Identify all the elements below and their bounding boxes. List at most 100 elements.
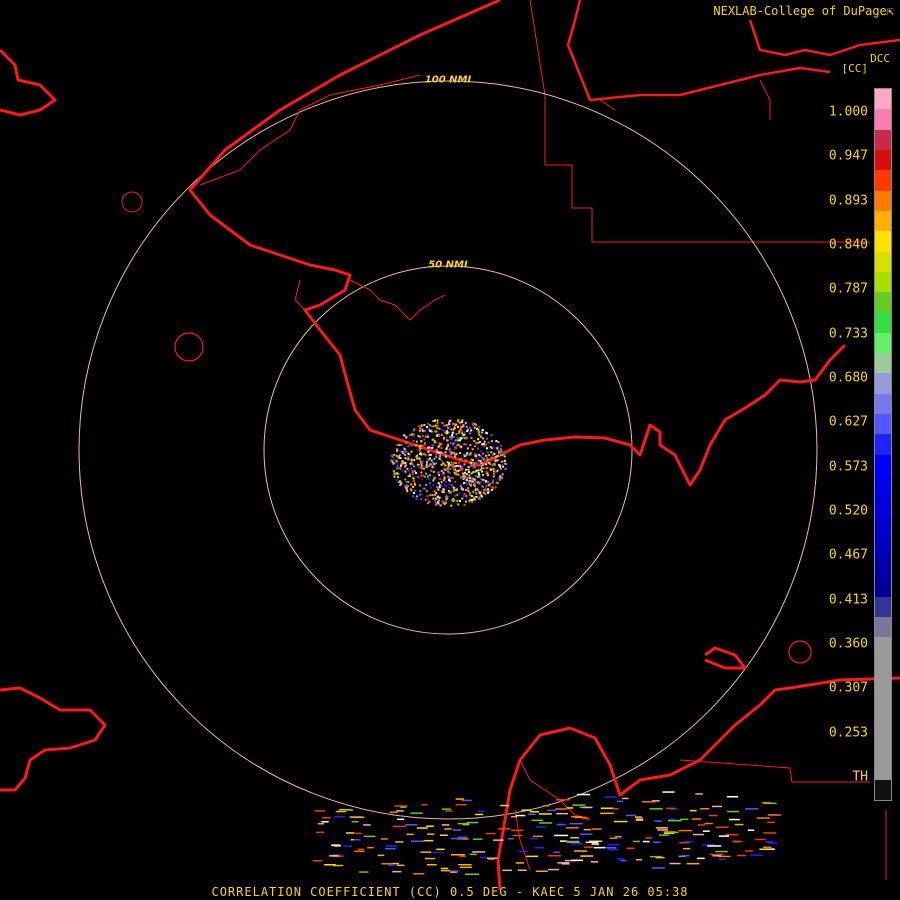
echo-pixel (453, 461, 456, 464)
echo-pixel (475, 442, 478, 445)
echo-pixel (478, 498, 481, 501)
colorbar-segment (875, 271, 891, 293)
echo-pixel (463, 436, 466, 439)
echo-pixel (445, 501, 447, 504)
echo-pixel (394, 472, 397, 475)
echo-pixel (442, 479, 445, 482)
echo-pixel (428, 453, 431, 456)
echo-streak (767, 842, 778, 844)
echo-pixel (419, 490, 422, 493)
echo-streak (387, 864, 396, 867)
county-line (529, 0, 870, 243)
echo-streak (526, 855, 539, 858)
echo-streak (424, 857, 435, 860)
echo-streak (461, 799, 472, 802)
echo-pixel (407, 452, 410, 455)
colorbar-segment (875, 576, 891, 597)
echo-pixel (493, 468, 496, 471)
corner-arrow-icon[interactable]: ⇱ (887, 4, 894, 18)
island-west (174, 332, 204, 362)
echo-pixel (450, 483, 453, 486)
echo-pixel (436, 434, 439, 437)
echo-streak (734, 823, 744, 826)
echo-pixel (451, 499, 454, 502)
echo-streak (426, 825, 434, 827)
echo-pixel (423, 475, 426, 478)
echo-streak (535, 870, 548, 872)
echo-pixel (409, 434, 412, 437)
echo-pixel (478, 475, 481, 478)
echo-streak (515, 814, 526, 817)
echo-streak (665, 831, 679, 834)
echo-streak (392, 870, 402, 873)
echo-streak (502, 869, 512, 872)
echo-pixel (404, 470, 407, 473)
echo-pixel (497, 441, 500, 444)
echo-pixel (430, 462, 433, 465)
echo-pixel (485, 457, 488, 459)
echo-pixel (481, 431, 483, 434)
echo-streak (445, 810, 453, 812)
echo-streak (396, 810, 404, 812)
echo-pixel (422, 460, 425, 463)
colorbar-segment (875, 332, 891, 354)
echo-pixel (496, 469, 499, 472)
echo-pixel (425, 490, 428, 493)
echo-pixel (420, 424, 423, 427)
echo-pixel (441, 490, 444, 493)
echo-pixel (412, 463, 415, 466)
echo-pixel (487, 488, 490, 491)
echo-pixel (490, 456, 493, 459)
echo-pixel (465, 425, 468, 428)
echo-pixel (427, 434, 429, 436)
echo-pixel (472, 496, 475, 499)
echo-pixel (427, 422, 430, 425)
echo-pixel (404, 478, 407, 481)
echo-pixel (500, 444, 503, 447)
echo-pixel (443, 424, 445, 427)
echo-pixel (490, 434, 493, 436)
echo-pixel (420, 471, 423, 474)
echo-streak (441, 824, 450, 826)
echo-pixel (455, 423, 458, 426)
echo-pixel (420, 440, 423, 443)
echo-pixel (446, 439, 449, 442)
echo-pixel (425, 464, 428, 467)
echo-streak (400, 806, 407, 808)
echo-pixel (450, 438, 453, 441)
echo-pixel (485, 437, 488, 440)
echo-pixel (492, 475, 495, 478)
echo-pixel (401, 450, 404, 453)
echo-pixel (465, 443, 468, 446)
echo-pixel (482, 473, 484, 476)
echo-streak (680, 818, 689, 821)
echo-pixel (463, 433, 466, 436)
echo-pixel (424, 442, 426, 445)
echo-pixel (452, 428, 455, 431)
echo-pixel (473, 445, 476, 448)
colorbar-segment (875, 657, 891, 679)
echo-pixel (478, 482, 481, 485)
echo-pixel (399, 450, 402, 453)
echo-pixel (404, 453, 407, 456)
echo-pixel (432, 475, 435, 478)
echo-pixel (457, 469, 460, 472)
echo-pixel (449, 441, 452, 444)
echo-pixel (405, 484, 408, 487)
echo-pixel (467, 490, 470, 493)
echo-pixel (442, 462, 445, 465)
echo-streak (477, 810, 485, 812)
echo-pixel (417, 476, 420, 478)
echo-pixel (460, 487, 463, 490)
radar-map[interactable] (0, 0, 900, 900)
echo-pixel (437, 482, 440, 485)
echo-pixel (492, 479, 495, 482)
echo-pixel (471, 501, 474, 503)
echo-streak (593, 846, 606, 849)
echo-streak (432, 851, 443, 854)
echo-pixel (436, 427, 439, 430)
echo-pixel (462, 478, 465, 480)
echo-pixel (487, 441, 490, 444)
echo-pixel (402, 462, 404, 465)
echo-pixel (468, 471, 471, 474)
